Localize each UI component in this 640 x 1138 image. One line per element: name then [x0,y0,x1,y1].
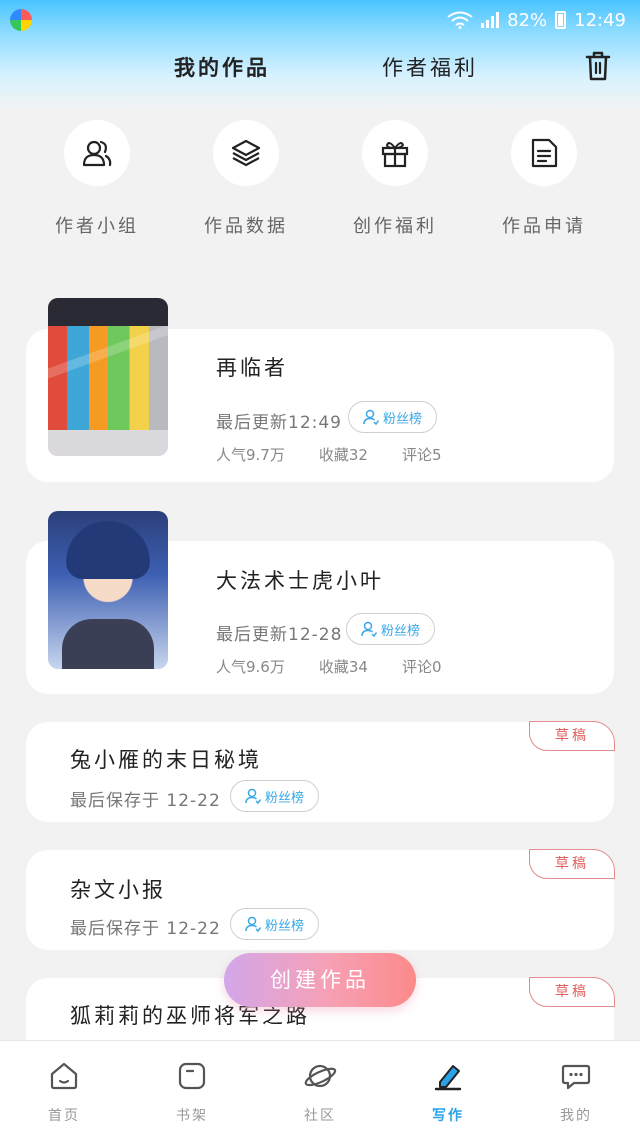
work-stats: 人气9.7万 收藏32 评论5 [216,444,442,465]
top-header: 我的作品 作者福利 [0,44,640,90]
comments: 评论0 [401,658,442,676]
home-icon [50,1062,78,1090]
fan-user-icon [245,788,261,804]
last-saved: 最后保存于 12-22 [70,791,221,811]
layers-icon [231,139,261,167]
nav-mine[interactable]: 我的 [536,1059,616,1125]
wifi-icon [447,11,473,29]
favorites: 收藏34 [318,658,368,676]
last-updated: 最后更新12:49 [216,413,342,433]
fan-user-icon [245,916,261,932]
gift-icon [381,142,409,168]
fans-ranking-button[interactable]: 粉丝榜 [348,401,438,433]
work-title: 大法术士虎小叶 [216,569,384,593]
nav-writing[interactable]: 写作 [408,1059,488,1125]
favorites: 收藏32 [318,446,368,464]
fans-ranking-button[interactable]: 粉丝榜 [230,780,320,812]
work-stats: 人气9.6万 收藏34 评论0 [216,656,442,677]
fans-ranking-button[interactable]: 粉丝榜 [346,613,436,645]
quick-item-creation-welfare[interactable]: 创作福利 [335,120,455,238]
last-saved: 最后保存于 12-22 [70,919,221,939]
draft-tag: 草稿 [529,721,615,751]
tab-my-works[interactable]: 我的作品 [174,52,270,82]
quick-item-work-application[interactable]: 作品申请 [484,120,604,238]
signal-icon [481,12,500,28]
fan-user-icon [363,409,379,425]
draft-tag: 草稿 [529,977,615,1007]
nav-community[interactable]: 社区 [280,1059,360,1125]
pen-icon [434,1065,462,1091]
popularity: 人气9.7万 [216,446,285,464]
bookshelf-icon [178,1062,206,1090]
planet-icon [304,1064,337,1088]
quick-menu: 作者小组 作品数据 创作福利 作品申请 [0,120,640,240]
fans-ranking-button[interactable]: 粉丝榜 [230,908,320,940]
book-cover[interactable] [48,511,168,669]
comments: 评论5 [401,446,442,464]
draft-card[interactable]: 草稿 兔小雁的末日秘境 最后保存于 12-22 粉丝榜 [26,721,615,822]
tab-author-welfare[interactable]: 作者福利 [382,52,478,82]
quick-item-label: 作者小组 [55,216,139,237]
group-icon [82,140,112,167]
trash-icon[interactable] [584,50,612,82]
fan-user-icon [361,621,377,637]
draft-title: 兔小雁的末日秘境 [70,748,262,772]
document-icon [531,138,558,168]
quick-item-author-group[interactable]: 作者小组 [37,120,157,238]
nav-home[interactable]: 首页 [24,1059,104,1125]
quick-item-label: 作品数据 [204,216,288,237]
app-notification-icon [10,9,32,31]
draft-tag: 草稿 [529,849,615,879]
quick-item-label: 创作福利 [353,216,437,237]
battery-icon [555,11,567,29]
quick-item-label: 作品申请 [502,216,586,237]
battery-percent: 82% [507,9,548,31]
quick-item-work-data[interactable]: 作品数据 [186,120,306,238]
chat-icon [561,1064,591,1090]
nav-bookshelf[interactable]: 书架 [152,1059,232,1125]
draft-card[interactable]: 草稿 杂文小报 最后保存于 12-22 粉丝榜 [26,849,615,950]
work-title: 再临者 [216,356,288,380]
draft-title: 杂文小报 [70,878,166,902]
book-cover[interactable] [48,298,168,456]
last-updated: 最后更新12-28 [216,625,343,645]
bottom-nav: 首页 书架 社区 写作 我的 [0,1040,640,1138]
status-bar: 82% 12:49 [0,0,640,40]
create-work-button[interactable]: 创建作品 [224,953,416,1007]
popularity: 人气9.6万 [216,658,285,676]
clock: 12:49 [574,9,626,31]
